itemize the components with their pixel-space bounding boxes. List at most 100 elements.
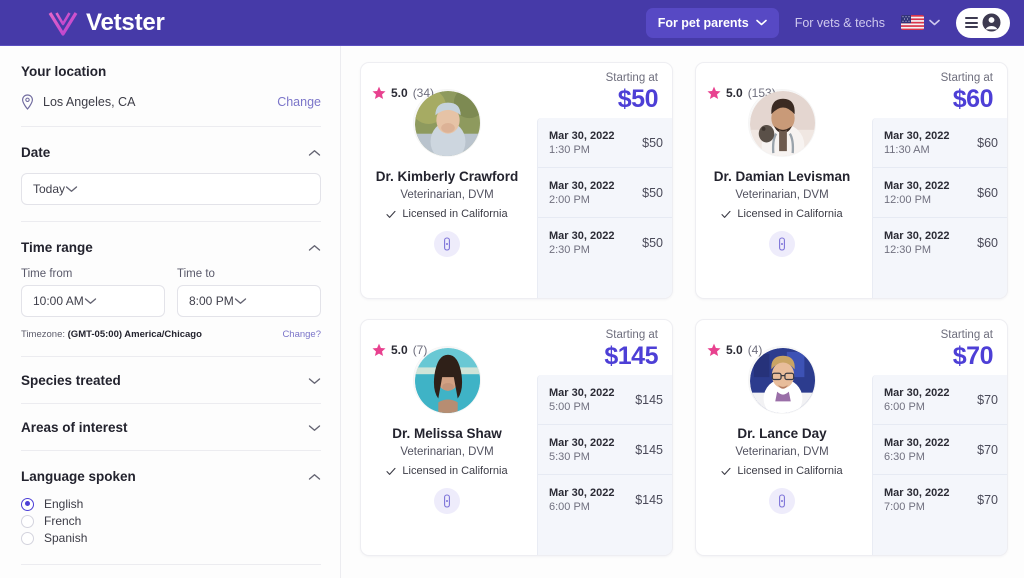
species-title: Species treated — [21, 373, 121, 388]
vet-license: Licensed in California — [721, 208, 843, 220]
appointment-slot[interactable]: Mar 30, 2022 12:00 PM $60 — [873, 168, 1007, 218]
hamburger-menu-icon — [965, 17, 978, 28]
time-from-label: Time from — [21, 268, 73, 280]
price-group: Starting at $145 — [604, 329, 660, 370]
vet-card[interactable]: 5.0 (4) Starting at $70 Dr. Lance Day Ve… — [695, 319, 1008, 556]
user-avatar-icon — [982, 13, 1001, 32]
language-header[interactable]: Language spoken — [21, 469, 321, 484]
timezone-row: Timezone: (GMT-05:00) America/Chicago Ch… — [21, 329, 321, 340]
vet-card[interactable]: 5.0 (153) Starting at $60 Dr. Damian Lev… — [695, 62, 1008, 299]
slot-date: Mar 30, 2022 — [884, 436, 950, 449]
for-vets-techs-link[interactable]: For vets & techs — [795, 16, 885, 30]
chevron-down-icon — [929, 19, 940, 26]
slot-price: $50 — [642, 135, 663, 150]
radio-spanish[interactable] — [21, 531, 34, 545]
time-from-select[interactable]: 10:00 AM — [21, 285, 165, 317]
price-group: Starting at $60 — [941, 72, 995, 113]
language-label-english: English — [44, 497, 84, 511]
date-select-value: Today — [33, 182, 66, 196]
appointment-slot[interactable]: Mar 30, 2022 6:00 PM $145 — [538, 475, 672, 525]
appointment-slot[interactable]: Mar 30, 2022 6:30 PM $70 — [873, 425, 1007, 475]
date-select[interactable]: Today — [21, 173, 321, 205]
for-pet-parents-button[interactable]: For pet parents — [645, 7, 779, 38]
slot-price: $145 — [635, 493, 663, 507]
filter-section-areas: Areas of interest — [21, 404, 321, 451]
time-range-header[interactable]: Time range — [21, 240, 321, 255]
slot-time: 11:30 AM — [884, 143, 930, 156]
video-call-badge-icon[interactable] — [434, 488, 460, 514]
radio-english[interactable] — [21, 497, 34, 511]
areas-title: Areas of interest — [21, 420, 128, 435]
vet-card[interactable]: 5.0 (7) Starting at $145 Dr. Melissa Sha… — [360, 319, 673, 556]
vet-license-label: Licensed in California — [402, 208, 508, 220]
language-selector[interactable] — [901, 15, 940, 30]
starting-price: $145 — [604, 341, 658, 370]
species-header[interactable]: Species treated — [21, 373, 321, 388]
slot-date: Mar 30, 2022 — [884, 129, 950, 142]
location-change-link[interactable]: Change — [277, 95, 321, 109]
radio-french[interactable] — [21, 514, 34, 528]
language-title: Language spoken — [21, 469, 136, 484]
chevron-down-icon — [308, 424, 321, 432]
video-call-badge-icon[interactable] — [769, 488, 795, 514]
vet-profile: Dr. Damian Levisman Veterinarian, DVM Li… — [696, 89, 868, 257]
slot-price: $145 — [635, 442, 663, 457]
vet-license: Licensed in California — [386, 208, 508, 220]
appointment-slot[interactable]: Mar 30, 2022 1:30 PM $50 — [538, 118, 672, 168]
chevron-down-icon — [84, 297, 97, 305]
slot-time: 5:30 PM — [549, 450, 590, 463]
vet-photo[interactable] — [748, 89, 816, 157]
appointment-slots: Mar 30, 2022 5:00 PM $145 Mar 30, 2022 5… — [537, 375, 672, 555]
time-from-field: Time from 10:00 AM — [21, 268, 165, 317]
language-label-spanish: Spanish — [44, 531, 88, 545]
chevron-up-icon — [308, 244, 321, 252]
filter-section-species: Species treated — [21, 357, 321, 404]
vet-card[interactable]: 5.0 (34) Starting at $50 Dr. Kimberly Cr… — [360, 62, 673, 299]
slot-date: Mar 30, 2022 — [549, 129, 615, 142]
location-title: Your location — [21, 64, 107, 79]
vet-license-label: Licensed in California — [737, 465, 843, 477]
starting-at-label: Starting at — [940, 72, 993, 84]
appointment-slot[interactable]: Mar 30, 2022 2:00 PM $50 — [538, 168, 672, 218]
account-menu-button[interactable] — [956, 7, 1010, 38]
filter-section-time-range: Time range Time from 10:00 AM Time to 8:… — [21, 222, 321, 357]
check-icon — [721, 210, 731, 219]
slot-price: $70 — [977, 493, 998, 507]
appointment-slot[interactable]: Mar 30, 2022 5:00 PM $145 — [538, 375, 672, 425]
vet-photo[interactable] — [413, 346, 481, 414]
slot-time: 2:00 PM — [549, 193, 590, 206]
filter-section-location: Your location Los Angeles, CA Change — [21, 46, 321, 127]
slot-time: 5:00 PM — [549, 400, 590, 413]
language-option-spanish[interactable]: Spanish — [21, 531, 321, 545]
timezone-change-link[interactable]: Change? — [282, 329, 321, 340]
vet-license: Licensed in California — [721, 465, 843, 477]
brand-logo[interactable]: Vetster — [48, 9, 165, 37]
timezone-text: Timezone: (GMT-05:00) America/Chicago — [21, 329, 202, 340]
appointment-slot[interactable]: Mar 30, 2022 2:30 PM $50 — [538, 218, 672, 268]
appointment-slot[interactable]: Mar 30, 2022 12:30 PM $60 — [873, 218, 1007, 268]
slot-time: 7:00 PM — [884, 501, 925, 513]
date-header[interactable]: Date — [21, 145, 321, 160]
vet-photo[interactable] — [413, 89, 481, 157]
video-call-badge-icon[interactable] — [769, 231, 795, 257]
language-option-french[interactable]: French — [21, 514, 321, 528]
filter-section-language: Language spoken English French Spanish — [21, 451, 321, 565]
appointment-slot[interactable]: Mar 30, 2022 7:00 PM $70 — [873, 475, 1007, 525]
slot-price: $50 — [642, 185, 663, 200]
time-to-label: Time to — [177, 268, 215, 280]
appointment-slot[interactable]: Mar 30, 2022 11:30 AM $60 — [873, 118, 1007, 168]
vet-role: Veterinarian, DVM — [400, 189, 494, 201]
slot-price: $70 — [977, 442, 998, 457]
appointment-slot[interactable]: Mar 30, 2022 5:30 PM $145 — [538, 425, 672, 475]
filters-sidebar: Your location Los Angeles, CA Change Dat… — [0, 46, 341, 578]
areas-header[interactable]: Areas of interest — [21, 420, 321, 435]
language-option-english[interactable]: English — [21, 497, 321, 511]
appointment-slot[interactable]: Mar 30, 2022 6:00 PM $70 — [873, 375, 1007, 425]
vet-role: Veterinarian, DVM — [400, 446, 494, 458]
time-to-select[interactable]: 8:00 PM — [177, 285, 321, 317]
slot-time: 6:00 PM — [884, 400, 925, 413]
video-call-badge-icon[interactable] — [434, 231, 460, 257]
vet-photo[interactable] — [748, 346, 816, 414]
starting-at-label: Starting at — [605, 329, 658, 341]
slot-time: 12:00 PM — [884, 193, 932, 206]
